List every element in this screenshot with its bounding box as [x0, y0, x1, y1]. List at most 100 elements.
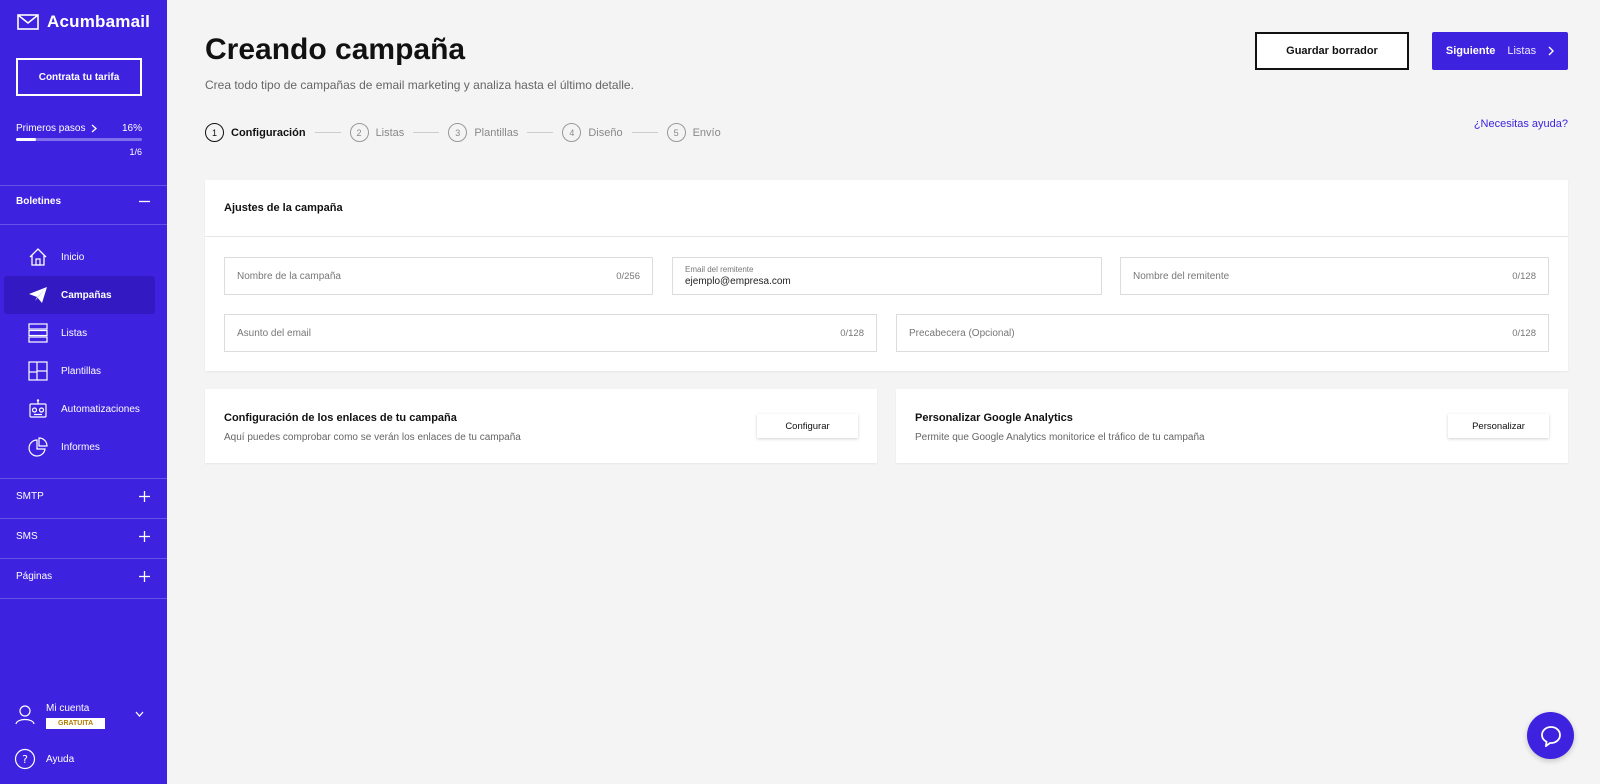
- sidebar-item-label: Inicio: [61, 251, 85, 263]
- contract-plan-button[interactable]: Contrata tu tarifa: [16, 58, 142, 96]
- minus-icon: [139, 200, 150, 203]
- first-steps-label: Primeros pasos: [16, 123, 86, 134]
- divider: [0, 558, 167, 559]
- step-label: Configuración: [231, 126, 306, 139]
- sender-email-label: Email del remitente: [685, 265, 754, 274]
- divider: [0, 518, 167, 519]
- sidebar-item-informes[interactable]: Informes: [4, 428, 155, 466]
- section-boletines-label: Boletines: [16, 196, 62, 207]
- step-number: 3: [448, 123, 468, 142]
- campaign-name-placeholder: Nombre de la campaña: [237, 270, 341, 282]
- divider: [0, 185, 167, 186]
- sidebar-item-campanas[interactable]: Campañas: [4, 276, 155, 314]
- step-label: Diseño: [588, 126, 623, 139]
- step-number: 1: [205, 123, 224, 142]
- links-config-card: Configuración de los enlaces de tu campa…: [205, 389, 877, 463]
- step-connector: [631, 132, 658, 133]
- sidebar-item-inicio[interactable]: Inicio: [4, 238, 155, 276]
- step-diseno[interactable]: 4 Diseño: [562, 123, 623, 142]
- analytics-card: Personalizar Google Analytics Permite qu…: [896, 389, 1568, 463]
- section-paginas-label: Páginas: [16, 571, 53, 582]
- sidebar-item-label: Informes: [61, 441, 100, 453]
- sidebar-item-plantillas[interactable]: Plantillas: [4, 352, 155, 390]
- configure-button[interactable]: Configurar: [757, 414, 858, 438]
- next-button-target: Listas: [1507, 45, 1537, 57]
- analytics-title: Personalizar Google Analytics: [915, 412, 1073, 424]
- personalize-button[interactable]: Personalizar: [1448, 414, 1549, 438]
- campaign-name-input[interactable]: Nombre de la campaña 0/256: [224, 257, 653, 295]
- sidebar-item-automatizaciones[interactable]: Automatizaciones: [4, 390, 155, 428]
- robot-icon: [29, 399, 47, 418]
- sidebar-item-label: Plantillas: [61, 365, 102, 377]
- first-steps-percent: 16%: [121, 123, 142, 134]
- step-plantillas[interactable]: 3 Plantillas: [448, 123, 518, 142]
- sidebar-item-label: Campañas: [61, 289, 112, 301]
- subject-input[interactable]: Asunto del email 0/128: [224, 314, 877, 352]
- plus-icon: [139, 531, 150, 542]
- links-config-title: Configuración de los enlaces de tu campa…: [224, 412, 457, 424]
- step-envio[interactable]: 5 Envío: [666, 123, 721, 142]
- mail-logo-icon: [17, 14, 39, 30]
- sidebar-item-listas[interactable]: Listas: [4, 314, 155, 352]
- divider: [0, 478, 167, 479]
- home-icon: [29, 248, 47, 266]
- section-sms-label: SMS: [16, 531, 38, 542]
- step-configuracion[interactable]: 1 Configuración: [205, 123, 306, 142]
- sender-name-placeholder: Nombre del remitente: [1133, 270, 1230, 282]
- plus-icon: [139, 491, 150, 502]
- step-label: Envío: [692, 126, 721, 139]
- section-paginas[interactable]: Páginas: [16, 571, 150, 582]
- chat-button[interactable]: [1527, 712, 1574, 759]
- sidebar-item-label: Automatizaciones: [61, 403, 140, 415]
- first-steps-progress: [16, 138, 142, 141]
- pie-chart-icon: [28, 437, 48, 457]
- preheader-input[interactable]: Precabecera (Opcional) 0/128: [896, 314, 1549, 352]
- sender-email-value: ejemplo@empresa.com: [685, 276, 791, 287]
- section-smtp[interactable]: SMTP: [16, 491, 150, 502]
- brand-name: Acumbamail: [47, 12, 151, 31]
- char-counter: 0/128: [840, 327, 864, 339]
- char-counter: 0/256: [616, 270, 640, 282]
- step-label: Plantillas: [474, 126, 519, 139]
- char-counter: 0/128: [1512, 327, 1536, 339]
- template-icon: [28, 361, 48, 381]
- step-connector: [413, 132, 440, 133]
- char-counter: 0/128: [1512, 270, 1536, 282]
- preheader-placeholder: Precabecera (Opcional): [909, 327, 1015, 339]
- account-menu[interactable]: Mi cuenta GRATUITA: [14, 703, 144, 729]
- sidebar-item-label: Listas: [61, 327, 88, 339]
- sender-email-input[interactable]: Email del remitente ejemplo@empresa.com: [672, 257, 1102, 295]
- sender-name-input[interactable]: Nombre del remitente 0/128: [1120, 257, 1549, 295]
- divider: [0, 598, 167, 599]
- brand-logo[interactable]: Acumbamail: [17, 12, 150, 32]
- chevron-right-icon: [92, 124, 98, 133]
- campaign-settings-title: Ajustes de la campaña: [205, 180, 1568, 237]
- links-config-description: Aquí puedes comprobar como se verán los …: [224, 432, 521, 443]
- step-number: 2: [349, 123, 369, 142]
- section-boletines[interactable]: Boletines: [16, 196, 150, 207]
- analytics-description: Permite que Google Analytics monitorice …: [915, 432, 1205, 443]
- plan-badge: GRATUITA: [46, 718, 106, 729]
- step-connector: [314, 132, 341, 133]
- chat-bubble-icon: [1540, 725, 1561, 747]
- subject-placeholder: Asunto del email: [237, 327, 311, 339]
- sidebar: Acumbamail Contrata tu tarifa Primeros p…: [0, 0, 167, 784]
- first-steps-link[interactable]: Primeros pasos 16%: [16, 123, 142, 134]
- help-link[interactable]: ? Ayuda: [14, 748, 74, 770]
- need-help-link[interactable]: ¿Necesitas ayuda?: [1474, 118, 1568, 130]
- sidebar-nav: Inicio Campañas Listas Plantillas Automa…: [4, 238, 155, 466]
- step-number: 4: [562, 123, 582, 142]
- question-icon: ?: [14, 748, 36, 770]
- next-button[interactable]: Siguiente Listas: [1432, 32, 1568, 70]
- campaign-stepper: 1 Configuración 2 Listas 3 Plantillas 4 Dise…: [205, 123, 721, 142]
- step-number: 5: [666, 123, 686, 142]
- page-subtitle: Crea todo tipo de campañas de email mark…: [205, 78, 634, 92]
- first-steps-count: 1/6: [129, 147, 142, 157]
- user-icon: [15, 705, 35, 725]
- section-sms[interactable]: SMS: [16, 531, 150, 542]
- divider: [0, 224, 167, 225]
- step-label: Listas: [375, 126, 405, 139]
- save-draft-button[interactable]: Guardar borrador: [1255, 32, 1409, 70]
- step-listas[interactable]: 2 Listas: [349, 123, 405, 142]
- plus-icon: [139, 571, 150, 582]
